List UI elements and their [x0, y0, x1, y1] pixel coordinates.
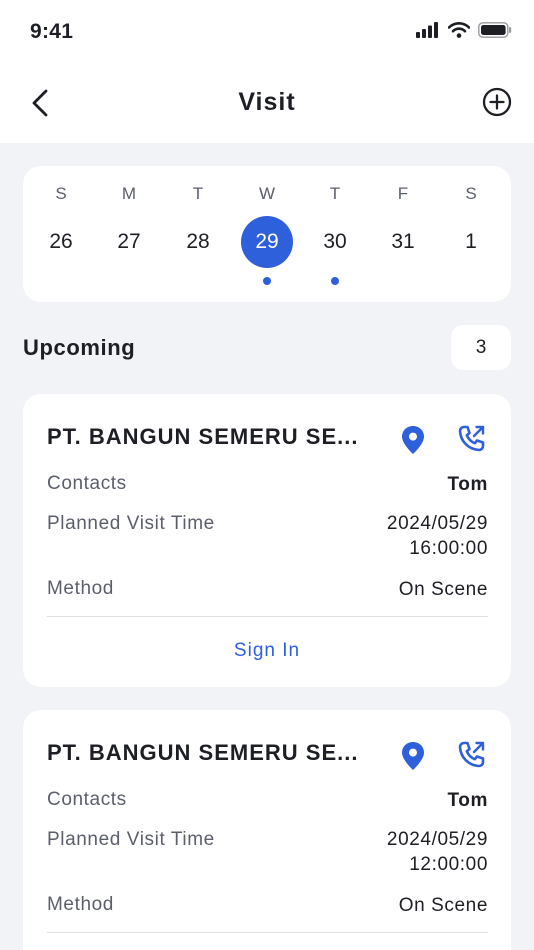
weekday-label: T — [329, 184, 341, 203]
top-bar: 9:41 Visit — [0, 0, 534, 143]
calendar-day-selected[interactable]: W 29 — [233, 166, 301, 302]
day-number[interactable]: 30 — [309, 216, 361, 268]
planned-time-value: 12:00:00 — [409, 854, 488, 875]
calendar-day[interactable]: S 1 — [437, 166, 505, 302]
status-time: 9:41 — [30, 20, 74, 43]
calendar-day[interactable]: M 27 — [95, 166, 163, 302]
card-divider — [47, 932, 488, 933]
weekday-label: W — [258, 184, 276, 203]
day-number[interactable]: 31 — [377, 216, 429, 268]
planned-date-value: 2024/05/29 — [386, 829, 488, 850]
location-pin-icon[interactable] — [398, 740, 428, 772]
status-icons — [416, 22, 512, 38]
planned-time-label: Planned Visit Time — [47, 829, 215, 850]
add-visit-icon[interactable] — [482, 87, 512, 117]
method-label: Method — [47, 894, 114, 915]
sign-in-button[interactable]: Sign In — [23, 640, 511, 662]
contacts-label: Contacts — [47, 789, 127, 810]
page-title: Visit — [238, 88, 296, 116]
company-name: PT. BANGUN SEMERU SE... — [47, 740, 359, 765]
visit-card[interactable]: PT. BANGUN SEMERU SE... Contacts Tom Pla… — [23, 394, 511, 687]
week-calendar: S 26 M 27 T 28 W 29 T 30 F 31 S 1 — [23, 166, 511, 302]
company-name: PT. BANGUN SEMERU SE... — [47, 424, 359, 449]
calendar-day[interactable]: F 31 — [369, 166, 437, 302]
method-value: On Scene — [398, 895, 488, 916]
event-dot — [263, 277, 271, 285]
day-number[interactable]: 26 — [35, 216, 87, 268]
calendar-day[interactable]: T 30 — [301, 166, 369, 302]
upcoming-heading: Upcoming — [23, 335, 136, 360]
day-number[interactable]: 1 — [445, 216, 497, 268]
day-number[interactable]: 28 — [172, 216, 224, 268]
upcoming-count-badge: 3 — [451, 325, 511, 370]
method-label: Method — [47, 578, 114, 599]
contacts-label: Contacts — [47, 473, 127, 494]
signal-icon — [416, 22, 438, 38]
contacts-value: Tom — [447, 790, 488, 811]
visit-card[interactable]: PT. BANGUN SEMERU SE... Contacts Tom Pla… — [23, 710, 511, 950]
contacts-value: Tom — [447, 474, 488, 495]
phone-outgoing-icon[interactable] — [455, 423, 487, 455]
weekday-label: S — [55, 184, 67, 203]
event-dot — [331, 277, 339, 285]
planned-time-label: Planned Visit Time — [47, 513, 215, 534]
planned-date-value: 2024/05/29 — [386, 513, 488, 534]
weekday-label: F — [397, 184, 409, 203]
day-number-selected[interactable]: 29 — [241, 216, 293, 268]
weekday-label: M — [121, 184, 137, 203]
phone-outgoing-icon[interactable] — [455, 739, 487, 771]
weekday-label: S — [465, 184, 477, 203]
card-divider — [47, 616, 488, 617]
day-number[interactable]: 27 — [103, 216, 155, 268]
calendar-day[interactable]: S 26 — [27, 166, 95, 302]
weekday-label: T — [192, 184, 204, 203]
method-value: On Scene — [398, 579, 488, 600]
location-pin-icon[interactable] — [398, 424, 428, 456]
planned-time-value: 16:00:00 — [409, 538, 488, 559]
wifi-icon — [448, 22, 470, 38]
battery-icon — [478, 22, 512, 38]
calendar-day[interactable]: T 28 — [164, 166, 232, 302]
